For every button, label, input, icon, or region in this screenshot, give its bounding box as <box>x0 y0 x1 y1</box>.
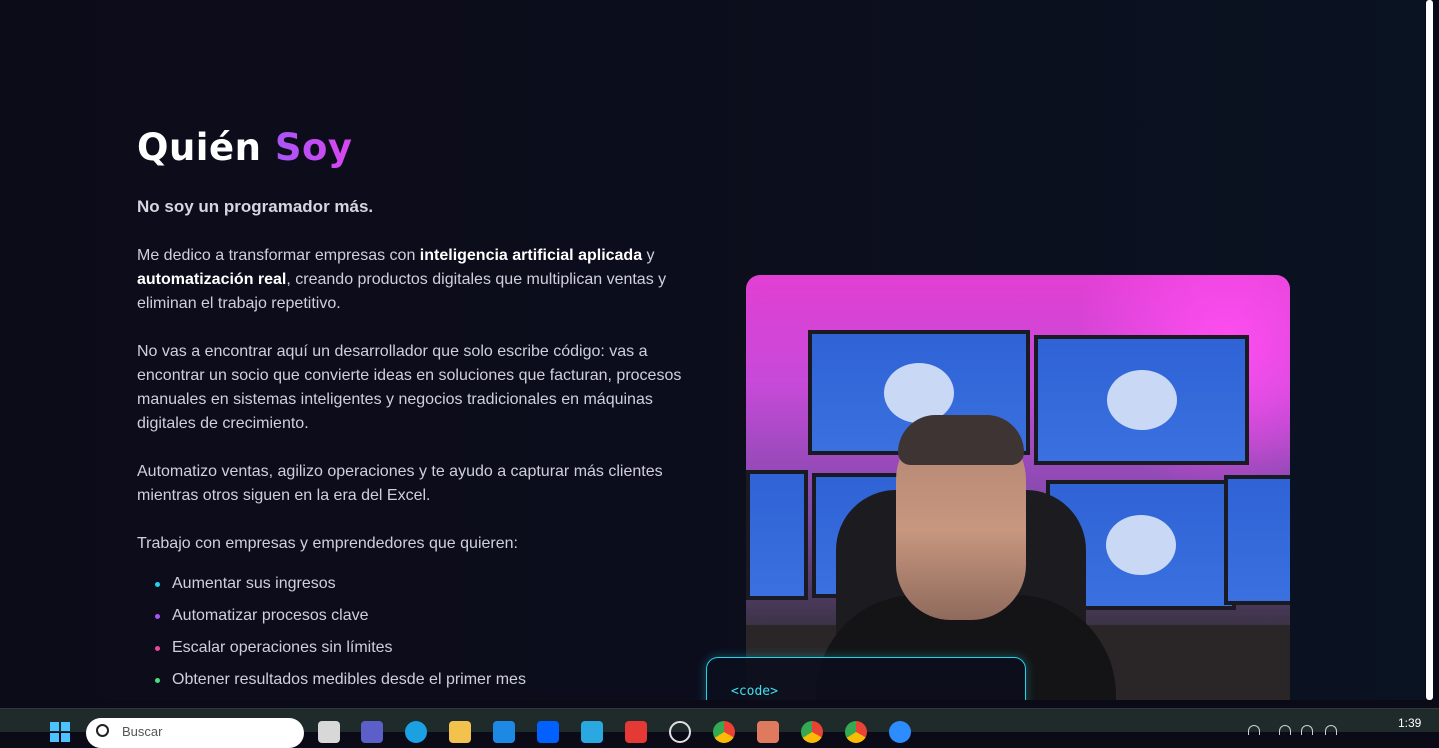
claude-icon[interactable] <box>757 721 779 743</box>
app-red-icon[interactable] <box>625 721 647 743</box>
bullet-dot <box>155 582 160 587</box>
intro-text-1: Me dedico a transformar empresas con <box>137 247 420 264</box>
chatgpt-icon[interactable] <box>669 721 691 743</box>
monitor <box>746 470 808 600</box>
list-item-text: Aumentar sus ingresos <box>172 575 336 592</box>
audience-paragraph: Trabajo con empresas y emprendedores que… <box>137 535 518 552</box>
code-card: <code> <box>706 657 1026 700</box>
automation-paragraph: Automatizo ventas, agilizo operaciones y… <box>137 463 663 504</box>
section-title: Quién Soy <box>137 126 353 169</box>
goals-list: Aumentar sus ingresos Automatizar proces… <box>155 572 526 700</box>
section-subtitle: No soy un programador más. <box>137 197 374 216</box>
list-item-text: Automatizar procesos clave <box>172 607 369 624</box>
taskbar-search[interactable]: Buscar <box>86 718 304 748</box>
bullet-dot <box>155 678 160 683</box>
chrome-profile-icon[interactable] <box>801 721 823 743</box>
person-hair <box>898 415 1024 465</box>
chrome-icon[interactable] <box>713 721 735 743</box>
bullet-dot <box>155 646 160 651</box>
task-view-icon[interactable] <box>318 721 340 743</box>
title-main: Quién <box>137 126 262 169</box>
title-accent: Soy <box>274 126 353 169</box>
file-explorer-icon[interactable] <box>449 721 471 743</box>
list-item: Escalar operaciones sin límites <box>155 636 526 668</box>
start-icon[interactable] <box>49 721 71 743</box>
about-section: Quién Soy No soy un programador más. Me … <box>0 0 1425 700</box>
list-item: Obtener resultados medibles desde el pri… <box>155 668 526 700</box>
volume-icon[interactable] <box>1301 725 1313 735</box>
edge-icon[interactable] <box>405 721 427 743</box>
code-tag: <code> <box>731 684 778 699</box>
profile-photo <box>746 275 1290 700</box>
bullet-dot <box>155 614 160 619</box>
taskbar: Buscar 1:39 <box>0 708 1439 748</box>
app-icon[interactable] <box>581 721 603 743</box>
intro-highlight-ai: inteligencia artificial aplicada <box>419 247 643 264</box>
list-item: Automatizar procesos clave <box>155 604 526 636</box>
battery-icon[interactable] <box>1325 725 1337 735</box>
search-icon <box>96 724 109 737</box>
zoom-icon[interactable] <box>889 721 911 743</box>
chevron-up-icon[interactable] <box>1248 725 1260 735</box>
partner-paragraph: No vas a encontrar aquí un desarrollador… <box>137 343 682 432</box>
list-item: Aumentar sus ingresos <box>155 572 526 604</box>
clock-time[interactable]: 1:39 <box>1398 716 1421 730</box>
mail-icon[interactable] <box>493 721 515 743</box>
list-item-text: Obtener resultados medibles desde el pri… <box>172 671 526 688</box>
monitor <box>1224 475 1290 605</box>
intro-text-2: y <box>642 247 655 264</box>
intro-highlight-automation: automatización real <box>137 271 287 288</box>
monitor <box>1034 335 1249 465</box>
teams-icon[interactable] <box>361 721 383 743</box>
scrollbar-thumb[interactable] <box>1426 0 1433 700</box>
dropbox-icon[interactable] <box>537 721 559 743</box>
wifi-icon[interactable] <box>1279 725 1291 735</box>
chrome-profile-2-icon[interactable] <box>845 721 867 743</box>
list-item-text: Escalar operaciones sin límites <box>172 639 393 656</box>
intro-paragraph: Me dedico a transformar empresas con int… <box>137 244 697 316</box>
